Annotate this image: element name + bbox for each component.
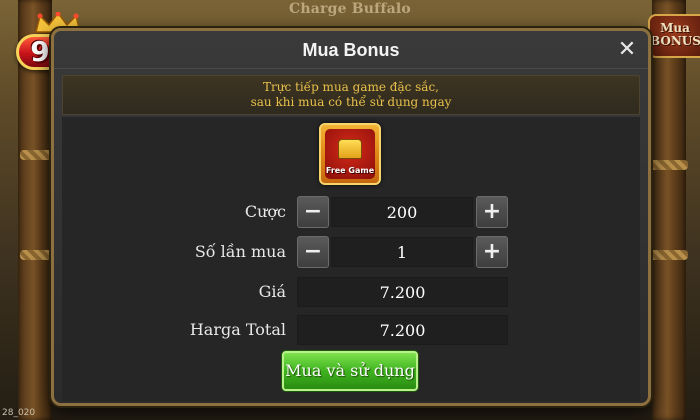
side-badge-line2: BONUS [650, 34, 700, 48]
bonus-item-label: Free Game [325, 166, 375, 175]
buy-bonus-dialog: Mua Bonus ✕ Trực tiếp mua game đặc sắc, … [51, 28, 651, 406]
rope-decoration [20, 150, 54, 160]
total-label: Harga Total [189, 320, 286, 339]
notice-banner: Trực tiếp mua game đặc sắc, sau khi mua … [62, 75, 640, 115]
rope-decoration [650, 250, 688, 260]
bet-increase-button[interactable]: + [476, 196, 508, 228]
notice-line-1: Trực tiếp mua game đặc sắc, [263, 80, 439, 94]
quantity-decrease-button[interactable]: − [297, 236, 329, 268]
bet-label: Cược [244, 202, 286, 221]
dialog-title: Mua Bonus [302, 40, 400, 60]
game-title: Charge Buffalo [289, 1, 411, 17]
bet-decrease-button[interactable]: − [297, 196, 329, 228]
rope-decoration [20, 250, 54, 260]
free-game-bonus-item[interactable]: Free Game [319, 123, 381, 185]
notice-line-2: sau khi mua có thể sử dụng ngay [250, 95, 452, 109]
buy-bonus-side-button[interactable]: Mua BONUS [648, 14, 700, 58]
rope-decoration [650, 160, 688, 170]
version-label: 28_020 [2, 408, 36, 418]
buy-and-use-button[interactable]: Mua và sử dụng [282, 351, 418, 391]
wooden-pillar-right [652, 0, 686, 420]
treasure-chest-icon [338, 139, 362, 159]
quantity-label: Số lần mua [194, 242, 286, 261]
bet-value: 200 [331, 197, 473, 227]
quantity-value: 1 [331, 237, 473, 267]
quantity-increase-button[interactable]: + [476, 236, 508, 268]
close-button[interactable]: ✕ [614, 37, 640, 63]
dialog-header: Mua Bonus ✕ [54, 31, 648, 69]
price-label: Giá [258, 282, 286, 301]
price-value: 7.200 [297, 277, 508, 307]
total-value: 7.200 [297, 315, 508, 345]
bonus-item-inner: Free Game [325, 129, 375, 179]
